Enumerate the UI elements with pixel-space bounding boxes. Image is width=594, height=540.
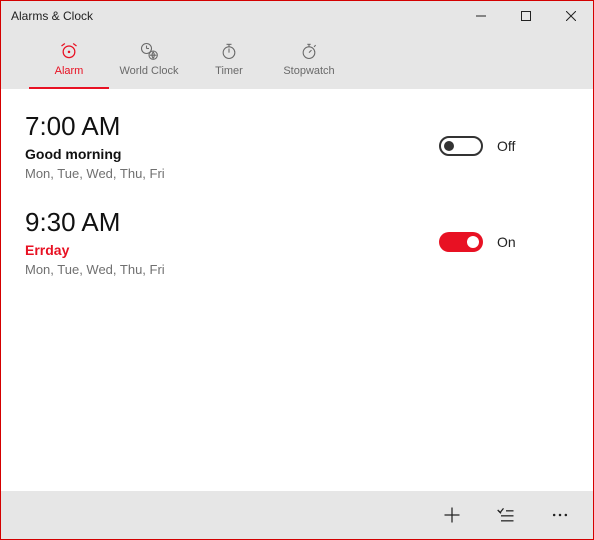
alarm-item[interactable]: 9:30 AM Errday Mon, Tue, Wed, Thu, Fri O… <box>25 207 569 277</box>
alarm-info: 9:30 AM Errday Mon, Tue, Wed, Thu, Fri <box>25 207 439 277</box>
alarm-days: Mon, Tue, Wed, Thu, Fri <box>25 262 439 277</box>
stopwatch-icon <box>299 41 319 61</box>
close-icon <box>566 11 576 21</box>
alarm-name: Good morning <box>25 146 439 162</box>
more-button[interactable] <box>537 491 583 539</box>
tab-timer[interactable]: Timer <box>189 31 269 89</box>
alarm-icon <box>59 41 79 61</box>
alarm-time: 9:30 AM <box>25 207 439 238</box>
maximize-button[interactable] <box>503 1 548 31</box>
alarm-list: 7:00 AM Good morning Mon, Tue, Wed, Thu,… <box>1 89 593 491</box>
alarm-info: 7:00 AM Good morning Mon, Tue, Wed, Thu,… <box>25 111 439 181</box>
add-alarm-button[interactable] <box>429 491 475 539</box>
alarm-item[interactable]: 7:00 AM Good morning Mon, Tue, Wed, Thu,… <box>25 111 569 181</box>
minimize-button[interactable] <box>458 1 503 31</box>
alarm-toggle[interactable] <box>439 136 483 156</box>
select-alarms-button[interactable] <box>483 491 529 539</box>
bottombar <box>1 491 593 539</box>
toggle-label: On <box>497 234 516 250</box>
alarm-name: Errday <box>25 242 439 258</box>
world-clock-icon <box>139 41 159 61</box>
alarm-time: 7:00 AM <box>25 111 439 142</box>
maximize-icon <box>521 11 531 21</box>
alarm-toggle[interactable] <box>439 232 483 252</box>
tabbar: Alarm World Clock Timer Stopwatch <box>1 31 593 89</box>
close-button[interactable] <box>548 1 593 31</box>
tab-world-clock[interactable]: World Clock <box>109 31 189 89</box>
tab-label: Timer <box>215 65 243 77</box>
tab-label: Stopwatch <box>283 65 334 77</box>
toggle-label: Off <box>497 138 515 154</box>
tab-label: World Clock <box>119 65 178 77</box>
window-title: Alarms & Clock <box>11 9 93 23</box>
minimize-icon <box>476 11 486 21</box>
tab-label: Alarm <box>55 65 84 77</box>
alarm-days: Mon, Tue, Wed, Thu, Fri <box>25 166 439 181</box>
titlebar: Alarms & Clock <box>1 1 593 31</box>
select-icon <box>496 505 516 525</box>
tab-alarm[interactable]: Alarm <box>29 31 109 89</box>
timer-icon <box>219 41 239 61</box>
add-icon <box>442 505 462 525</box>
more-icon <box>550 505 570 525</box>
tab-stopwatch[interactable]: Stopwatch <box>269 31 349 89</box>
